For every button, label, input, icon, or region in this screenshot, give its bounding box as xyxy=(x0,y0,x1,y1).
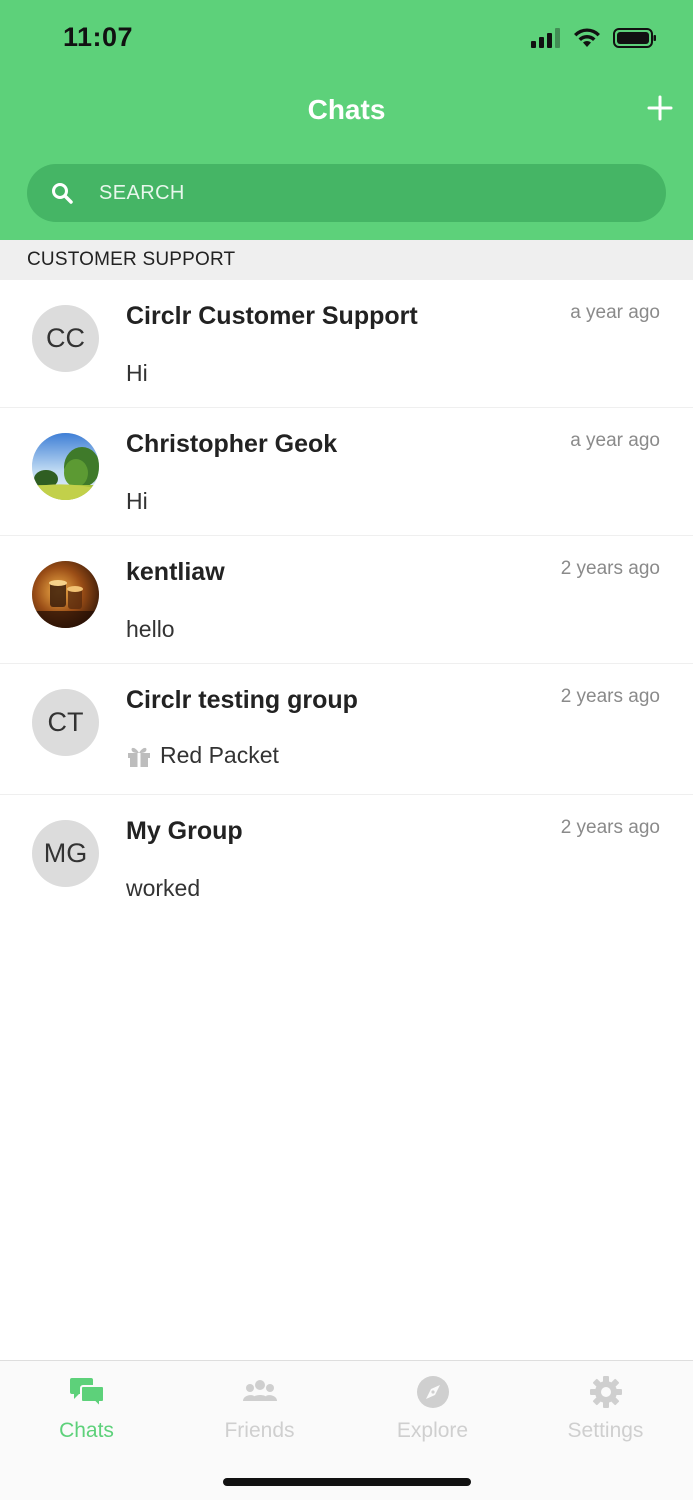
chat-bubbles-icon xyxy=(69,1378,105,1409)
chat-time: 2 years ago xyxy=(560,817,660,838)
avatar-initials: CC xyxy=(46,323,85,353)
tab-chats[interactable]: Chats xyxy=(0,1375,173,1443)
chat-time: a year ago xyxy=(570,430,660,451)
chat-last-message: worked xyxy=(126,875,200,902)
battery-icon xyxy=(613,28,656,48)
tab-label: Settings xyxy=(567,1419,644,1442)
landscape-photo-icon xyxy=(32,433,99,500)
tab-settings[interactable]: Settings xyxy=(519,1375,692,1443)
avatar-initials: MG xyxy=(43,838,88,868)
section-header: CUSTOMER SUPPORT xyxy=(0,240,693,280)
status-time: 11:07 xyxy=(63,22,134,52)
home-indicator xyxy=(223,1478,471,1486)
chat-name: kentliaw xyxy=(126,558,225,586)
status-icons xyxy=(531,26,657,50)
plus-icon[interactable] xyxy=(645,90,675,126)
avatar-photo xyxy=(32,433,99,500)
wifi-icon xyxy=(574,28,600,47)
search-icon xyxy=(52,183,73,204)
avatar: CT xyxy=(32,689,99,756)
chat-name: Christopher Geok xyxy=(126,430,338,458)
chat-row-christopher-geok[interactable]: Christopher Geok a year ago Hi xyxy=(0,408,693,536)
chat-row-circlr-customer-support[interactable]: CC Circlr Customer Support a year ago Hi xyxy=(0,280,693,408)
tab-explore[interactable]: Explore xyxy=(346,1375,519,1443)
chat-row-my-group[interactable]: MG My Group 2 years ago worked xyxy=(0,795,693,923)
chat-last-message: hello xyxy=(126,616,175,643)
chat-name: Circlr testing group xyxy=(126,686,358,714)
tab-label: Explore xyxy=(396,1419,469,1442)
avatar-initials: CT xyxy=(47,707,84,737)
avatar-photo xyxy=(32,561,99,628)
compass-icon xyxy=(416,1376,449,1408)
chat-row-circlr-testing-group[interactable]: CT Circlr testing group 2 years ago Red … xyxy=(0,664,693,795)
search-placeholder: SEARCH xyxy=(99,181,185,204)
tab-label: Friends xyxy=(224,1419,295,1442)
section-title: CUSTOMER SUPPORT xyxy=(27,249,236,270)
page-title: Chats xyxy=(307,94,386,125)
chat-last-message: Hi xyxy=(126,360,148,387)
chat-last-message: Red Packet xyxy=(126,742,279,769)
friends-icon xyxy=(242,1380,277,1401)
chat-message-text: Hi xyxy=(126,360,148,386)
chat-time: 2 years ago xyxy=(560,558,660,579)
tab-label: Chats xyxy=(59,1419,114,1442)
avatar: CC xyxy=(32,305,99,372)
search-input[interactable]: SEARCH xyxy=(27,164,666,222)
cellular-signal-icon xyxy=(531,28,560,48)
gift-icon xyxy=(128,747,150,767)
chat-row-kentliaw[interactable]: kentliaw 2 years ago hello xyxy=(0,536,693,664)
chat-message-text: hello xyxy=(126,616,175,642)
chat-time: 2 years ago xyxy=(560,686,660,707)
chat-last-message: Hi xyxy=(126,488,148,515)
gear-icon xyxy=(589,1376,622,1408)
chat-list: CC Circlr Customer Support a year ago Hi xyxy=(0,280,693,923)
header-bar: 11:07 Chats SEARCH xyxy=(0,0,693,240)
chat-time: a year ago xyxy=(570,302,660,323)
glasses-photo-icon xyxy=(32,561,99,628)
tab-friends[interactable]: Friends xyxy=(173,1375,346,1443)
avatar: MG xyxy=(32,820,99,887)
chat-message-text: Hi xyxy=(126,488,148,514)
chat-message-text: worked xyxy=(126,875,201,901)
chat-name: My Group xyxy=(126,817,243,845)
chat-message-text: Red Packet xyxy=(160,742,279,768)
chat-name: Circlr Customer Support xyxy=(126,302,418,330)
